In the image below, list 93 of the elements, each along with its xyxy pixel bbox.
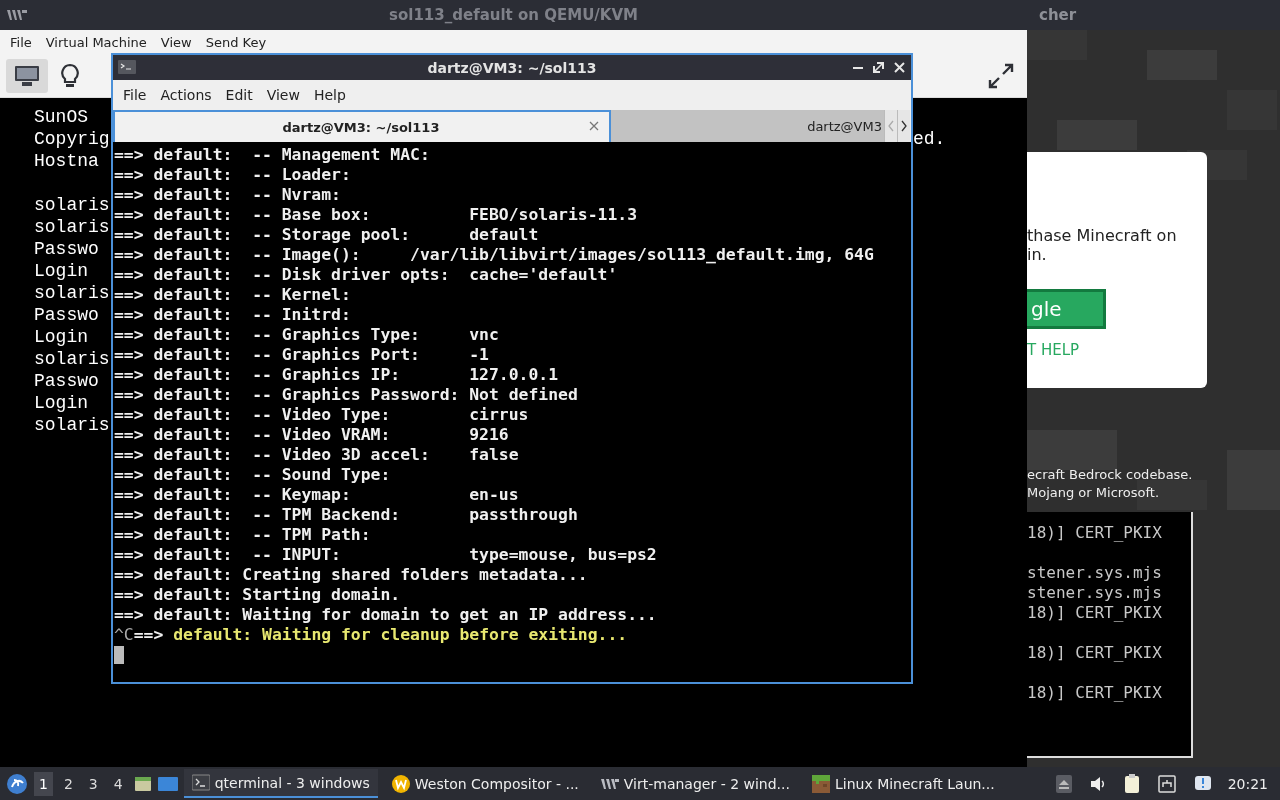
clock: 20:21 <box>1227 775 1268 792</box>
terminal-line: ==> default: -- Loader: <box>114 165 352 185</box>
menu-item[interactable]: File <box>116 87 154 103</box>
menu-item[interactable]: Help <box>306 87 353 103</box>
menu-item[interactable]: Edit <box>218 87 260 103</box>
menu-item[interactable]: Actions <box>153 87 219 103</box>
menu-item[interactable]: View <box>153 35 199 50</box>
fullscreen-icon[interactable] <box>988 63 1014 89</box>
terminal-line: ==> default: -- Video 3D accel: false <box>114 445 520 465</box>
workspace-button[interactable]: 1 <box>34 771 53 796</box>
terminal-line: ==> default: -- Management MAC: <box>114 145 431 165</box>
w-logo-icon <box>391 774 410 793</box>
terminal-line: ==> default: -- Base box: FEBO/solaris-11.3 <box>114 205 638 225</box>
network-icon[interactable] <box>1157 774 1176 793</box>
eject-icon[interactable] <box>1055 774 1072 793</box>
text-cursor <box>114 646 124 664</box>
terminal-line: ==> default: -- Initrd: <box>114 305 352 325</box>
terminal-line: ==> default: -- Graphics Password: Not defined <box>114 385 579 405</box>
terminal-text: default: Waiting for cleanup before exiting... <box>173 625 628 644</box>
monitor-icon <box>14 65 40 87</box>
taskbar-task[interactable]: qterminal - 3 windows <box>183 769 378 798</box>
console-text: Copyrig <box>34 129 110 149</box>
window-title: sol113_default on QEMU/KVM <box>389 6 638 24</box>
log-line: stener.sys.mjs <box>1027 563 1163 583</box>
terminal-icon <box>191 773 210 792</box>
desktop-icon[interactable] <box>157 775 178 792</box>
console-text: solaris <box>34 415 110 435</box>
taskbar-task[interactable]: Linux Minecraft Laun... <box>803 769 1003 798</box>
terminal-line: ==> default: -- Nvram: <box>114 185 342 205</box>
console-text: solaris <box>34 217 110 237</box>
log-line: 18)] CERT_PKIX <box>1027 643 1163 663</box>
terminal-line: ==> default: -- Graphics IP: 127.0.0.1 <box>114 365 560 385</box>
taskbar-task[interactable]: Virt-manager - 2 wind... <box>592 769 798 798</box>
menu-item[interactable]: Send Key <box>198 35 274 50</box>
log-line: 18)] CERT_PKIX <box>1027 523 1163 543</box>
terminal-line: ==> default: -- Image(): /var/lib/libvirt/images/sol113_default.img, 64G <box>114 245 875 265</box>
console-text: ed. <box>913 128 946 150</box>
log-line: 18)] CERT_PKIX <box>1027 603 1163 623</box>
terminal-line: ==> default: -- INPUT: type=mouse, bus=ps2 <box>114 545 658 565</box>
terminal-line: ==> default: Creating shared folders metadata... <box>114 565 589 585</box>
menu-item[interactable]: View <box>259 87 307 103</box>
console-text: Login <box>34 393 88 413</box>
app-icon <box>6 9 28 21</box>
chevron-right-icon[interactable] <box>897 110 910 142</box>
workspace-button[interactable]: 3 <box>83 771 103 796</box>
menu-item[interactable]: File <box>3 35 39 50</box>
grass-block-icon <box>811 774 830 793</box>
window-title: cher <box>1039 6 1077 24</box>
terminal-line: ==> default: -- Disk driver opts: cache='default' <box>114 265 619 285</box>
console-text: Login <box>34 327 88 347</box>
message-text: thase Minecraft on in. <box>1027 226 1177 264</box>
terminal-line: ==> default: -- Keymap: en-us <box>114 485 520 505</box>
workspace-button[interactable]: 2 <box>58 771 78 796</box>
console-button[interactable] <box>6 59 48 93</box>
clipboard-icon[interactable] <box>1123 773 1140 794</box>
lightbulb-icon <box>60 63 80 89</box>
console-text: solaris <box>34 349 110 369</box>
window-title: dartz@VM3: ~/sol113 <box>427 59 597 76</box>
terminal-tab[interactable]: dartz@VM3: ~/sol113 <box>113 110 611 142</box>
terminal-line: ==> default: -- Storage pool: default <box>114 225 540 245</box>
log-line: 18)] CERT_PKIX <box>1027 683 1163 703</box>
console-text: SunOS <box>34 107 88 127</box>
console-text: Passwo <box>34 239 99 259</box>
taskbar-task[interactable]: Weston Compositor - ... <box>383 769 587 798</box>
start-menu-icon[interactable] <box>6 772 28 795</box>
volume-icon[interactable] <box>1089 775 1106 792</box>
file-manager-icon[interactable] <box>133 774 152 793</box>
maximize-icon[interactable] <box>873 62 884 73</box>
console-text: Passwo <box>34 371 99 391</box>
terminal-line: ==> default: -- Graphics Port: -1 <box>114 345 490 365</box>
terminal-tab[interactable]: dartz@VM3 <box>611 110 884 142</box>
footer-text: ecraft Bedrock codebase. Mojang or Microsoft. <box>1027 466 1193 502</box>
console-text: Hostna <box>34 151 99 171</box>
terminal-line: ==> default: Starting domain. <box>114 585 402 605</box>
terminal-text: ==> <box>133 625 164 644</box>
console-text: solaris <box>34 195 110 215</box>
console-text: Login <box>34 261 88 281</box>
terminal-text: ^C <box>114 625 134 644</box>
terminal-line: ==> default: -- TPM Backend: passthrough <box>114 505 579 525</box>
terminal-line: ==> default: -- Kernel: <box>114 285 352 305</box>
terminal-line: ==> default: -- TPM Path: <box>114 525 372 545</box>
workspace-button[interactable]: 4 <box>108 771 128 796</box>
log-line: stener.sys.mjs <box>1027 583 1163 603</box>
terminal-line: ==> default: Waiting for domain to get an IP address... <box>114 605 658 625</box>
console-text: Passwo <box>34 305 99 325</box>
terminal-line: ==> default: -- Video Type: cirrus <box>114 405 530 425</box>
terminal-icon <box>118 60 136 74</box>
terminal-line: ==> default: -- Video VRAM: 9216 <box>114 425 510 445</box>
console-text: solaris <box>34 283 110 303</box>
terminal-line: ==> default: -- Sound Type: <box>114 465 392 485</box>
terminal-line: ==> default: -- Graphics Type: vnc <box>114 325 500 345</box>
menu-item[interactable]: Virtual Machine <box>38 35 154 50</box>
notification-icon[interactable] <box>1193 774 1212 793</box>
